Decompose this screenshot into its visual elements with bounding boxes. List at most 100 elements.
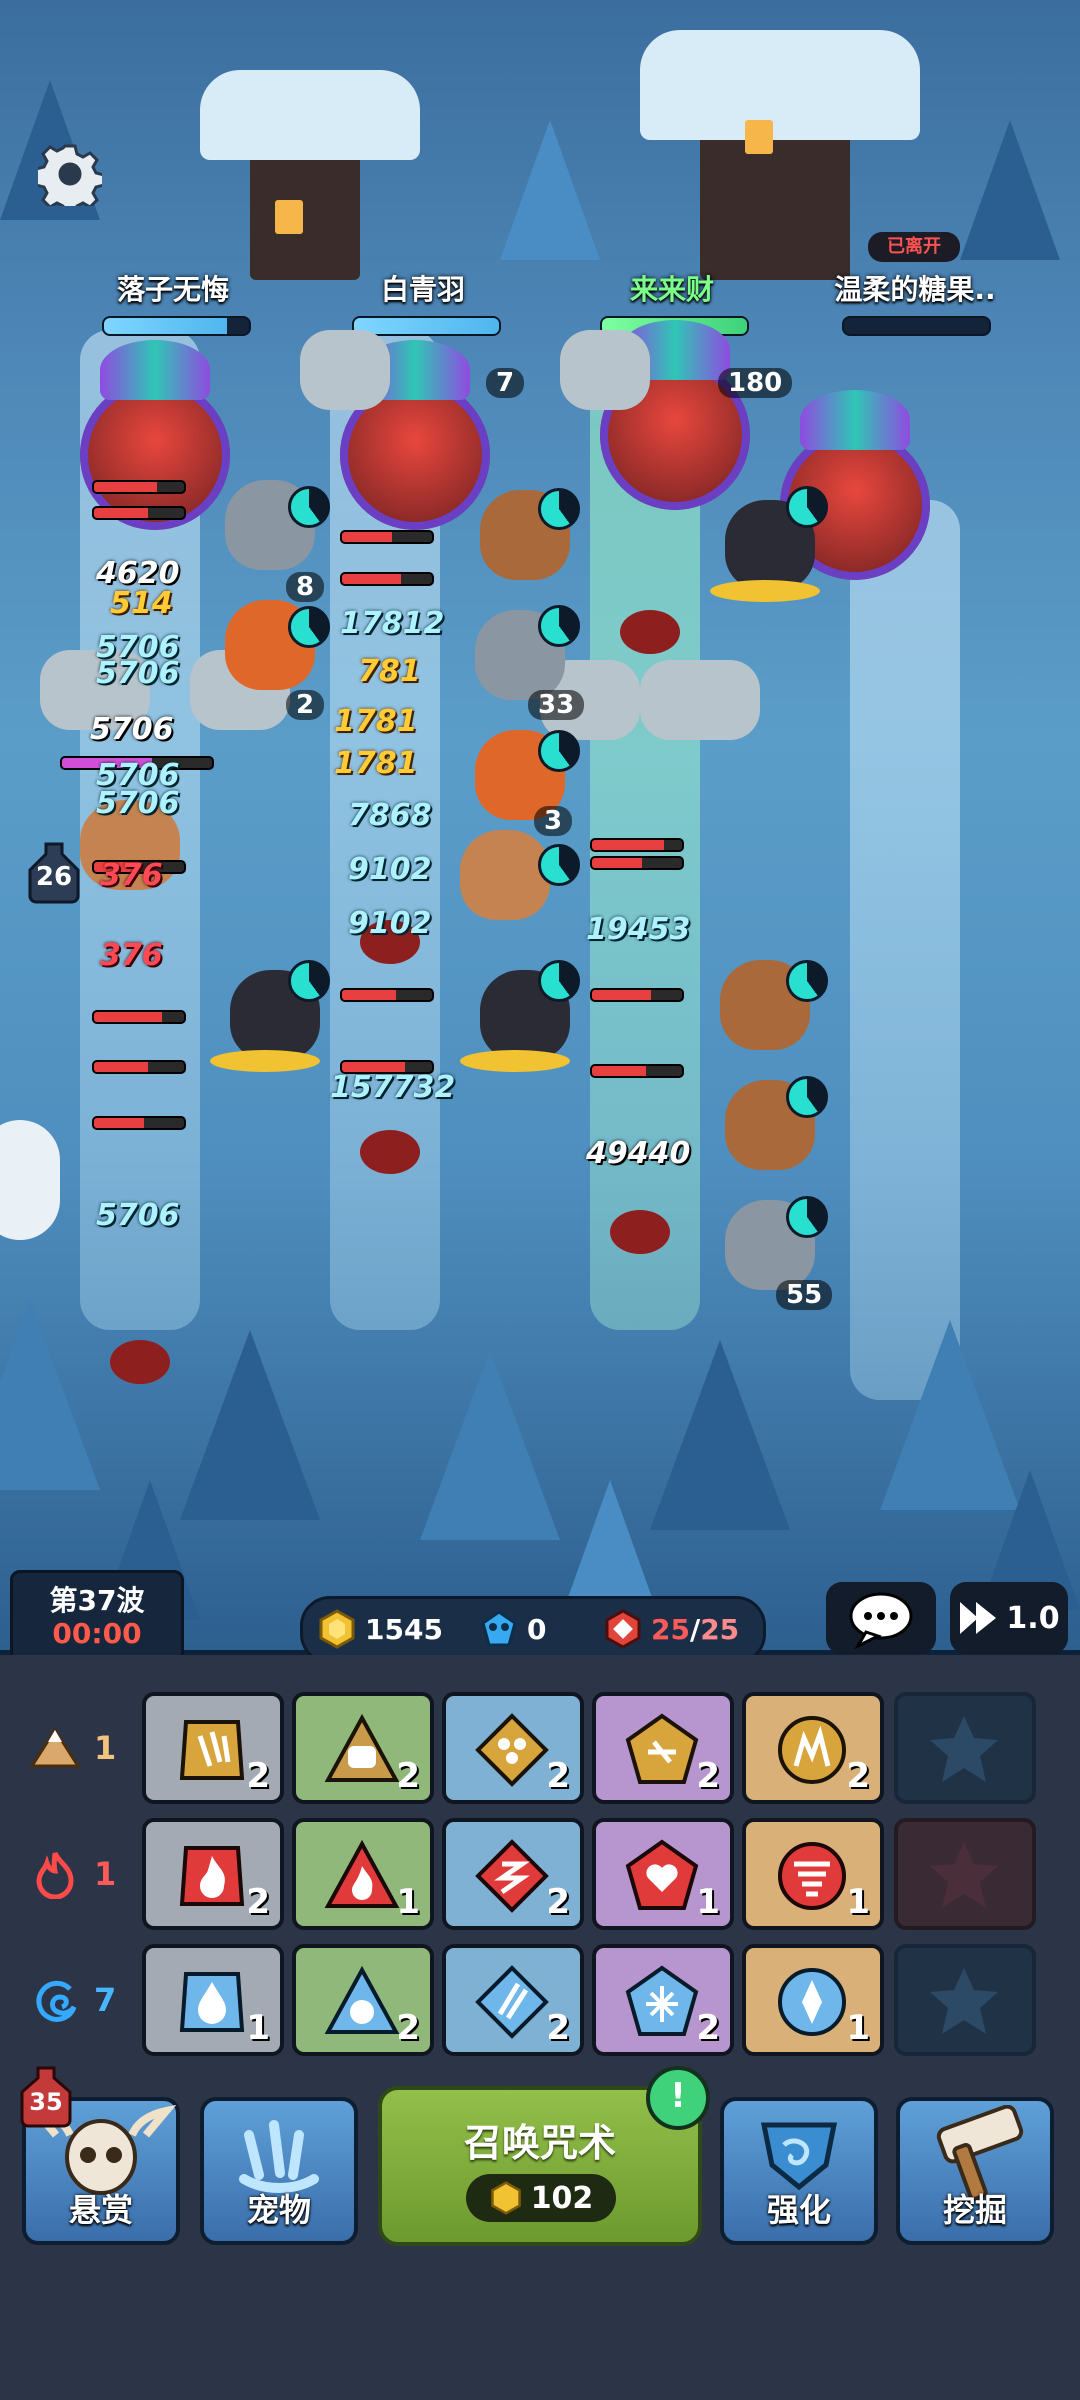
pine-tree xyxy=(650,1340,790,1530)
water-splash-icon xyxy=(324,1965,400,2034)
fire-row-label: 1 xyxy=(30,1834,130,1914)
earth-golem-card[interactable]: 2 xyxy=(292,1692,434,1804)
enemy-hp-bar xyxy=(590,856,684,870)
earth-count: 1 xyxy=(94,1729,117,1767)
wave-label: 第37波 xyxy=(49,1584,145,1617)
cooldown-indicator xyxy=(538,960,580,1002)
game-screen: { "players": [ {"name": "落子无悔", "hp": 0.… xyxy=(0,0,1080,2400)
pine-tree xyxy=(960,120,1060,260)
resource-bar: 1545 0 25/25 xyxy=(300,1596,766,1664)
unit-level-tag: 8 xyxy=(286,572,325,602)
card-level: 2 xyxy=(246,1756,270,1796)
fire-blaze-card[interactable]: 1 xyxy=(292,1818,434,1930)
unit-deer[interactable] xyxy=(460,830,550,920)
earth-quake-card[interactable]: 2 xyxy=(592,1692,734,1804)
earth-row-label: 1 xyxy=(30,1708,130,1788)
card-level: 2 xyxy=(246,1882,270,1922)
player-name-1: 落子无悔 xyxy=(116,273,229,306)
unit-level-tag: 180 xyxy=(718,368,793,398)
fire-flame-card[interactable]: 2 xyxy=(142,1818,284,1930)
card-level: 2 xyxy=(696,2008,720,2048)
card-level: 2 xyxy=(396,1756,420,1796)
water-count: 7 xyxy=(94,1981,117,2019)
unit-level-tag: 33 xyxy=(528,690,585,720)
damage-number: 7868 xyxy=(348,798,432,833)
unit-separator: / xyxy=(689,1612,701,1646)
enemy-hp-bar xyxy=(590,838,684,852)
gold-counter: 1545 xyxy=(317,1607,443,1651)
damage-number: 17812 xyxy=(340,606,445,641)
fire-slash-card[interactable]: 2 xyxy=(442,1818,584,1930)
earth-locked-card xyxy=(894,1692,1036,1804)
earth-claw-card[interactable]: 2 xyxy=(142,1692,284,1804)
cooldown-indicator xyxy=(288,486,330,528)
snowflake-icon xyxy=(625,1965,699,2036)
wave-counter-value: 26 xyxy=(35,862,73,892)
speed-toggle-button[interactable]: 1.0 xyxy=(950,1582,1068,1654)
damage-number: 19453 xyxy=(586,912,691,947)
card-level: 1 xyxy=(396,1882,420,1922)
cabin xyxy=(700,130,850,280)
enemy-beetle xyxy=(110,1340,170,1384)
locked-star-icon xyxy=(930,1842,998,1908)
dig-label: 挖掘 xyxy=(942,2191,1007,2229)
damage-number: 514 xyxy=(110,586,173,621)
fire-heart-card[interactable]: 1 xyxy=(592,1818,734,1930)
player-name-2: 白青羽 xyxy=(380,273,465,306)
fire-slash-icon xyxy=(475,1839,549,1913)
gem-counter: 0 xyxy=(479,1607,546,1651)
wave-counter-icon: 26 xyxy=(24,840,84,904)
water-ice-shard-card[interactable]: 2 xyxy=(442,1944,584,2056)
battlefield: 落子无悔 白青羽 来来财 已离开 温柔的糖果.. 7 180 8 2 33 3 … xyxy=(0,0,1080,1650)
enemy-hp-bar xyxy=(92,1060,186,1074)
cooldown-indicator xyxy=(288,960,330,1002)
locked-star-icon xyxy=(930,1716,998,1782)
dig-button[interactable]: 挖掘 xyxy=(896,2097,1054,2245)
cabin-window xyxy=(745,120,773,154)
earth-spike-card[interactable]: 2 xyxy=(742,1692,884,1804)
stone-fist xyxy=(640,660,760,740)
enemy-hp-bar xyxy=(590,988,684,1002)
damage-number: 157732 xyxy=(330,1070,456,1105)
wave-info-box: 第37波 00:00 xyxy=(10,1570,184,1662)
earth-mountain-icon xyxy=(30,1727,80,1768)
unit-level-tag: 3 xyxy=(534,806,573,836)
gold-pile xyxy=(710,580,820,602)
fire-heart-icon xyxy=(625,1839,699,1910)
chat-bubble-icon xyxy=(849,1592,913,1650)
water-splash-card[interactable]: 2 xyxy=(292,1944,434,2056)
pet-button[interactable]: 宠物 xyxy=(200,2097,358,2245)
gold-pile xyxy=(210,1050,320,1072)
water-drop-card[interactable]: 1 xyxy=(142,1944,284,2056)
enemy-hp-bar xyxy=(340,530,434,544)
upgrade-button[interactable]: 强化 xyxy=(720,2097,878,2245)
water-snowflake-card[interactable]: 2 xyxy=(592,1944,734,2056)
crystal-icon xyxy=(778,1968,846,2036)
water-drop-icon xyxy=(179,1972,245,2032)
card-level: 1 xyxy=(696,1882,720,1922)
card-level: 2 xyxy=(396,2008,420,2048)
gem-amount: 0 xyxy=(527,1612,547,1646)
player-left-badge: 已离开 xyxy=(868,232,960,262)
damage-number: 5706 xyxy=(96,786,180,821)
enemy-mosquito xyxy=(610,1210,670,1254)
pine-tree xyxy=(500,120,600,260)
cabin-roof xyxy=(200,70,420,160)
bounty-badge-count: 35 xyxy=(29,2088,63,2116)
water-crystal-card[interactable]: 1 xyxy=(742,1944,884,2056)
chat-button[interactable] xyxy=(826,1582,936,1654)
cabin xyxy=(250,140,360,280)
player-hp-bar-4 xyxy=(842,316,991,336)
damage-number: 1781 xyxy=(334,746,418,781)
player-name-4: 温柔的糖果.. xyxy=(834,273,996,306)
enemy-beetle xyxy=(620,610,680,654)
earth-boulder-card[interactable]: 2 xyxy=(442,1692,584,1804)
summon-label: 召唤咒术 xyxy=(463,2121,616,2165)
fire-tornado-card[interactable]: 1 xyxy=(742,1818,884,1930)
card-level: 2 xyxy=(696,1756,720,1796)
settings-gear-icon[interactable] xyxy=(34,142,106,216)
gold-coin-icon xyxy=(490,2181,521,2215)
unit-level-tag: 55 xyxy=(776,1280,833,1310)
player-hp-bar-1 xyxy=(102,316,251,336)
fire-locked-card xyxy=(894,1818,1036,1930)
